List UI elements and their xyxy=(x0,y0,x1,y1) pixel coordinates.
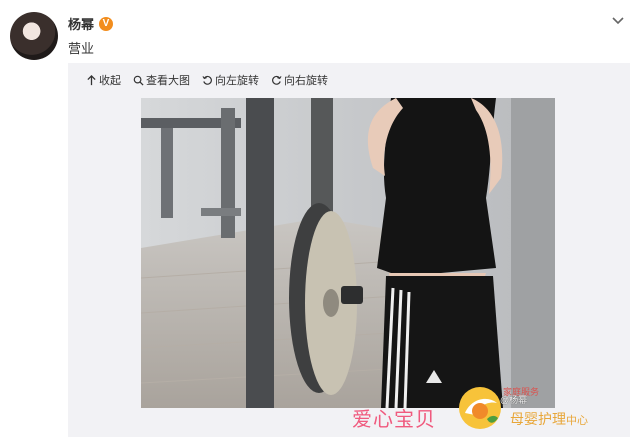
post-header: 杨幂 V xyxy=(68,14,114,33)
brand-watermark-text: 爱心宝贝 xyxy=(352,409,436,431)
collapse-button[interactable]: 收起 xyxy=(86,72,121,88)
brand-subtitle: 母婴护理中心 xyxy=(510,409,588,429)
rotate-right-button[interactable]: 向右旋转 xyxy=(271,72,328,88)
rotate-left-icon xyxy=(202,75,212,85)
brand-subtitle-main: 母婴护理 xyxy=(510,411,566,427)
weibo-watermark: @杨幂 xyxy=(500,395,528,405)
post-photo[interactable] xyxy=(141,98,555,408)
brand-subtitle-small: 中心 xyxy=(566,415,588,427)
post-text: 营业 xyxy=(68,41,95,56)
rotate-left-label: 向左旋转 xyxy=(215,75,259,87)
username[interactable]: 杨幂 xyxy=(68,14,94,33)
rotate-right-label: 向右旋转 xyxy=(284,75,328,87)
avatar[interactable] xyxy=(10,12,58,60)
media-viewer: 收起 查看大图 向左旋转 向右旋转 xyxy=(68,63,630,437)
view-large-label: 查看大图 xyxy=(146,75,190,87)
gym-photo-image xyxy=(141,98,555,408)
rotate-right-icon xyxy=(272,75,282,85)
verified-badge-icon: V xyxy=(99,16,114,31)
chevron-down-icon[interactable] xyxy=(610,12,626,28)
media-toolbar: 收起 查看大图 向左旋转 向右旋转 xyxy=(86,72,328,88)
view-large-button[interactable]: 查看大图 xyxy=(133,72,190,88)
search-icon xyxy=(133,75,144,86)
brand-logo-icon xyxy=(459,387,501,429)
arrow-up-icon xyxy=(87,74,96,85)
collapse-label: 收起 xyxy=(99,75,121,87)
rotate-left-button[interactable]: 向左旋转 xyxy=(202,72,259,88)
